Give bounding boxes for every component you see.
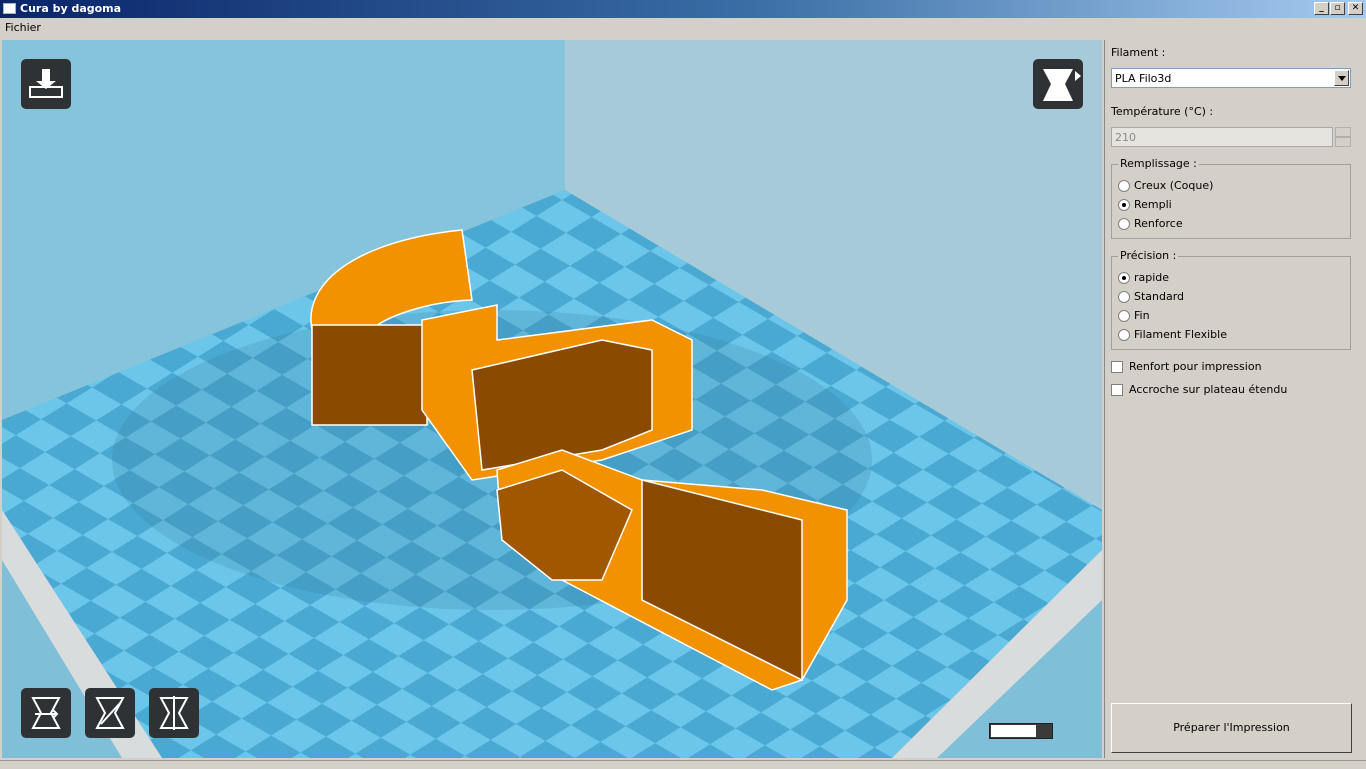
radio-button[interactable] <box>1118 199 1130 211</box>
window-title: Cura by dagoma <box>20 2 122 15</box>
temperature-input[interactable]: 210 <box>1111 127 1333 147</box>
layer-slider[interactable] <box>989 723 1053 739</box>
prepare-print-button[interactable]: Préparer l'Impression <box>1111 703 1352 753</box>
rotate-icon <box>31 697 61 729</box>
radio-button[interactable] <box>1118 272 1130 284</box>
radio-label: Filament Flexible <box>1134 328 1227 341</box>
scene <box>2 40 1102 758</box>
checkbox[interactable] <box>1111 384 1123 396</box>
precision-title: Précision : <box>1118 249 1179 262</box>
maximize-button[interactable]: ▫ <box>1330 2 1345 15</box>
temperature-stepper[interactable] <box>1335 127 1351 147</box>
mirror-button[interactable] <box>149 688 199 738</box>
infill-group: Remplissage : Creux (Coque) Rempli Renfo… <box>1111 157 1351 239</box>
filament-select[interactable]: PLA Filo3d <box>1111 68 1351 88</box>
load-model-button[interactable] <box>21 59 71 109</box>
close-button[interactable]: ✕ <box>1348 2 1363 15</box>
radio-label: Rempli <box>1134 198 1172 211</box>
radio-label: Fin <box>1134 309 1150 322</box>
radio-button[interactable] <box>1118 180 1130 192</box>
load-model-icon <box>29 69 63 98</box>
scale-button[interactable] <box>85 688 135 738</box>
settings-panel: Filament : PLA Filo3d Température (°C) :… <box>1104 40 1364 758</box>
radio-button[interactable] <box>1118 310 1130 322</box>
title-bar: Cura by dagoma _ ▫ ✕ <box>0 0 1366 18</box>
mirror-icon <box>159 696 189 730</box>
rotate-button[interactable] <box>21 688 71 738</box>
radio-button[interactable] <box>1118 218 1130 230</box>
3d-viewport[interactable] <box>2 40 1102 758</box>
stepper-down-icon[interactable] <box>1335 137 1351 147</box>
menu-bar: Fichier <box>0 18 1366 38</box>
radio-label: Renforce <box>1134 217 1183 230</box>
radio-button[interactable] <box>1118 291 1130 303</box>
stepper-up-icon[interactable] <box>1335 127 1351 137</box>
checkbox-label: Accroche sur plateau étendu <box>1129 383 1288 396</box>
filament-label: Filament : <box>1111 46 1166 59</box>
temperature-value: 210 <box>1115 131 1136 144</box>
view-mode-icon <box>1043 69 1081 101</box>
app-icon <box>3 3 16 14</box>
minimize-button[interactable]: _ <box>1314 2 1329 15</box>
checkbox[interactable] <box>1111 361 1123 373</box>
radio-label: rapide <box>1134 271 1170 284</box>
view-mode-button[interactable] <box>1033 59 1083 109</box>
precision-group: Précision : rapide Standard Fin Filament… <box>1111 249 1351 350</box>
layer-slider-fill <box>991 725 1036 737</box>
menu-fichier[interactable]: Fichier <box>5 21 41 34</box>
checkbox-label: Renfort pour impression <box>1129 360 1262 373</box>
scale-icon <box>95 697 125 729</box>
radio-button[interactable] <box>1118 329 1130 341</box>
temperature-label: Température (°C) : <box>1111 105 1214 118</box>
chevron-down-icon[interactable] <box>1334 70 1349 86</box>
radio-label: Creux (Coque) <box>1134 179 1214 192</box>
filament-select-value: PLA Filo3d <box>1115 72 1172 85</box>
radio-label: Standard <box>1134 290 1185 303</box>
infill-title: Remplissage : <box>1118 157 1199 170</box>
